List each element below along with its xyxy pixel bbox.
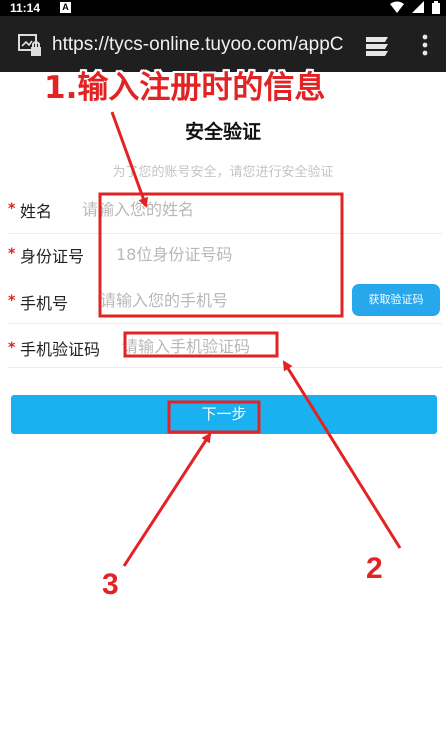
phone-label: 手机号 bbox=[20, 294, 69, 313]
get-code-button[interactable]: 获取验证码 bbox=[352, 284, 440, 316]
arrow-to-sms-input bbox=[282, 360, 402, 549]
annotation-step-2: 2 bbox=[366, 552, 383, 585]
form-row-name: * 姓名 bbox=[8, 184, 442, 234]
status-time: 11:14 bbox=[10, 1, 41, 15]
required-mark: * bbox=[8, 340, 16, 356]
page-subtitle: 为了您的账号安全，请您进行安全验证 bbox=[112, 165, 334, 180]
phone-input[interactable] bbox=[100, 287, 340, 313]
annotation-caption: 1.输入注册时的信息 bbox=[44, 70, 326, 106]
wifi-icon bbox=[390, 1, 405, 13]
sms-code-input[interactable] bbox=[122, 333, 332, 359]
annotation-overlay bbox=[98, 111, 402, 567]
name-label: 姓名 bbox=[20, 202, 53, 221]
required-mark: * bbox=[8, 246, 16, 262]
id-number-input[interactable] bbox=[116, 241, 336, 267]
system-icons bbox=[386, 1, 440, 15]
site-info-icon[interactable] bbox=[18, 34, 44, 58]
notification-a-icon: A bbox=[60, 2, 71, 13]
form-row-sms-code: * 手机验证码 bbox=[8, 324, 442, 368]
signal-icon bbox=[412, 1, 425, 13]
sms-code-label: 手机验证码 bbox=[20, 340, 101, 359]
next-button[interactable]: 下一步 bbox=[11, 395, 437, 434]
page-title: 安全验证 bbox=[184, 121, 261, 143]
annotation-step-3: 3 bbox=[102, 568, 119, 601]
divider bbox=[8, 367, 442, 368]
required-mark: * bbox=[8, 293, 16, 309]
arrow-to-next bbox=[122, 432, 212, 567]
form-row-id-number: * 身份证号 bbox=[8, 234, 442, 274]
id-number-label: 身份证号 bbox=[20, 247, 85, 266]
battery-icon bbox=[432, 1, 440, 14]
status-bar: 11:14 A bbox=[0, 0, 446, 16]
overflow-menu-icon[interactable] bbox=[420, 33, 430, 57]
url-field[interactable]: https://tycs-online.tuyoo.com/appCa bbox=[52, 33, 344, 57]
tabs-icon[interactable] bbox=[364, 34, 390, 56]
required-mark: * bbox=[8, 201, 16, 217]
name-input[interactable] bbox=[82, 196, 332, 222]
